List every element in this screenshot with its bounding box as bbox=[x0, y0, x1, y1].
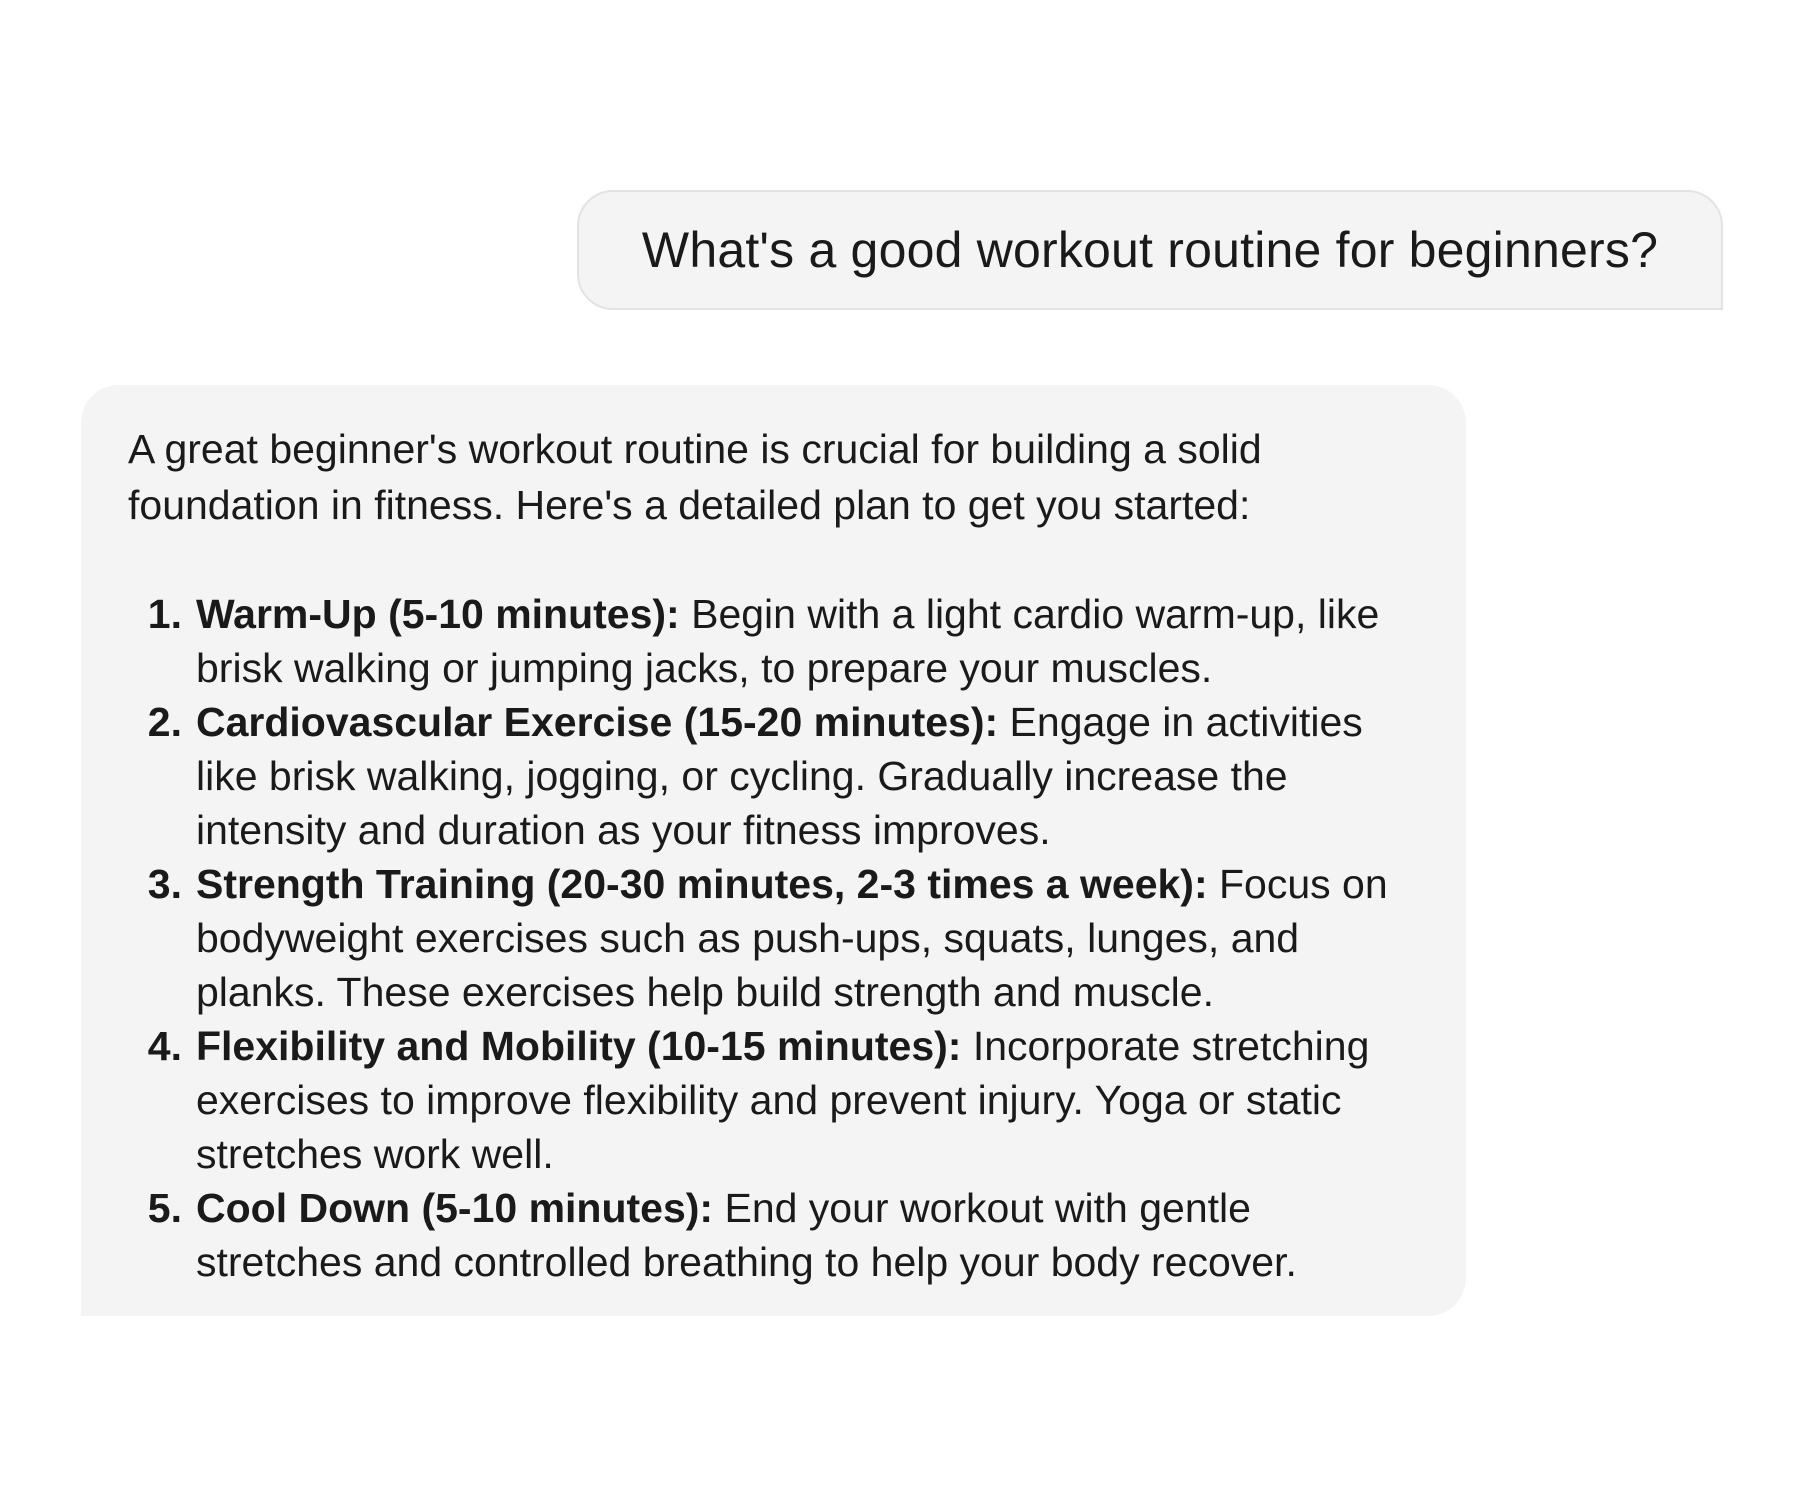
list-item: 4. Flexibility and Mobility (10-15 minut… bbox=[128, 1019, 1426, 1181]
user-message-bubble: What's a good workout routine for beginn… bbox=[577, 190, 1723, 310]
step-body: Warm-Up (5-10 minutes): Begin with a lig… bbox=[196, 587, 1416, 695]
step-title: Strength Training (20-30 minutes, 2-3 ti… bbox=[196, 861, 1208, 907]
user-message-text: What's a good workout routine for beginn… bbox=[641, 222, 1659, 278]
step-number: 1. bbox=[147, 591, 182, 637]
step-number: 5. bbox=[147, 1185, 182, 1231]
step-title: Warm-Up (5-10 minutes): bbox=[196, 591, 680, 637]
step-title: Flexibility and Mobility (10-15 minutes)… bbox=[196, 1023, 962, 1069]
list-item: 5. Cool Down (5-10 minutes): End your wo… bbox=[128, 1181, 1426, 1289]
step-body: Cardiovascular Exercise (15-20 minutes):… bbox=[196, 695, 1416, 857]
step-body: Strength Training (20-30 minutes, 2-3 ti… bbox=[196, 857, 1416, 1019]
step-body: Flexibility and Mobility (10-15 minutes)… bbox=[196, 1019, 1416, 1181]
workout-steps-list: 1. Warm-Up (5-10 minutes): Begin with a … bbox=[128, 587, 1426, 1289]
step-body: Cool Down (5-10 minutes): End your worko… bbox=[196, 1181, 1416, 1289]
list-item: 3. Strength Training (20-30 minutes, 2-3… bbox=[128, 857, 1426, 1019]
step-title: Cardiovascular Exercise (15-20 minutes): bbox=[196, 699, 999, 745]
step-number: 4. bbox=[147, 1023, 182, 1069]
assistant-intro-text: A great beginner's workout routine is cr… bbox=[128, 426, 1262, 528]
list-item: 1. Warm-Up (5-10 minutes): Begin with a … bbox=[128, 587, 1426, 695]
assistant-message-bubble: A great beginner's workout routine is cr… bbox=[81, 385, 1466, 1316]
list-item: 2. Cardiovascular Exercise (15-20 minute… bbox=[128, 695, 1426, 857]
step-number: 2. bbox=[147, 699, 182, 745]
step-title: Cool Down (5-10 minutes): bbox=[196, 1185, 714, 1231]
step-number: 3. bbox=[147, 861, 182, 907]
